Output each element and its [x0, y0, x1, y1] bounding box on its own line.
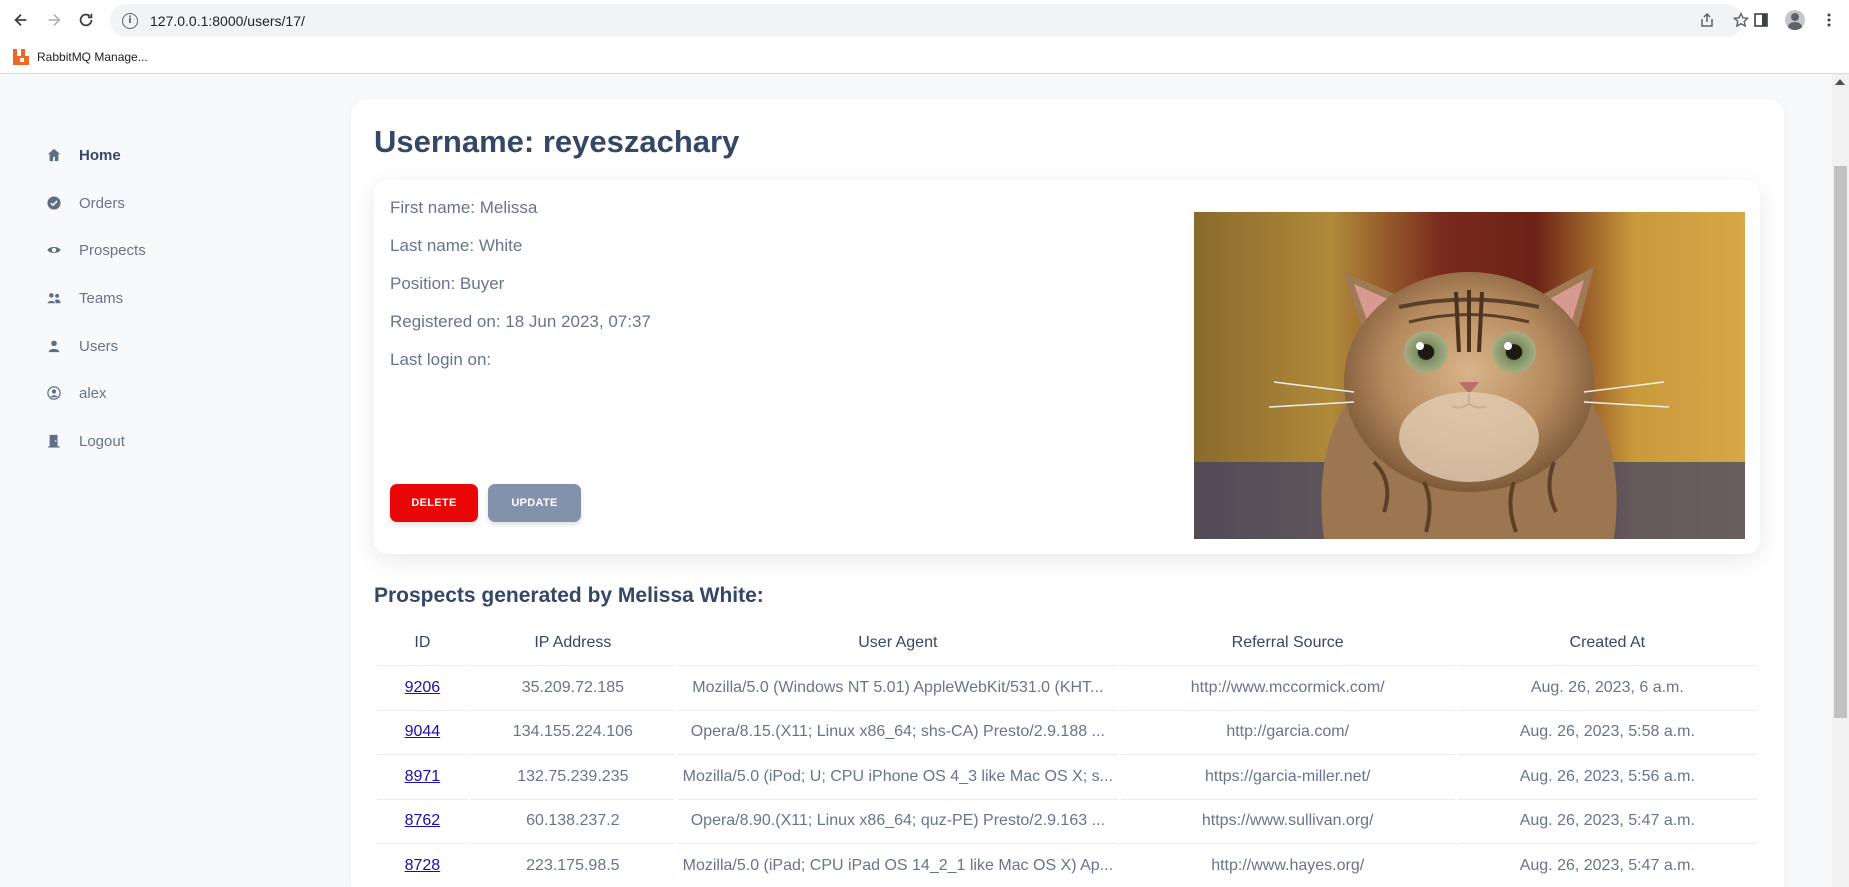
sidebar-item-label: Logout [79, 432, 125, 450]
bookmark-rabbitmq[interactable]: RabbitMQ Manage... [37, 50, 148, 64]
cell-id: 8971 [377, 755, 468, 800]
table-row: 8728 223.175.98.5 Mozilla/5.0 (iPad; CPU… [377, 844, 1757, 887]
user-circle-icon [46, 385, 62, 401]
people-icon [46, 290, 62, 306]
eye-icon [46, 242, 62, 258]
col-header-id: ID [377, 620, 468, 666]
registered-on-text: Registered on: 18 Jun 2023, 07:37 [390, 312, 651, 331]
cell-ip: 60.138.237.2 [470, 800, 675, 844]
side-panel-icon[interactable] [1749, 8, 1773, 32]
home-icon [46, 147, 62, 163]
cell-user-agent: Mozilla/5.0 (iPad; CPU iPad OS 14_2_1 li… [678, 844, 1118, 887]
scrollbar-thumb[interactable] [1834, 166, 1847, 718]
last-login-text: Last login on: [390, 350, 492, 369]
back-icon[interactable] [4, 3, 38, 37]
sidebar-item-label: Users [79, 337, 119, 355]
sidebar-item-prospects[interactable]: Prospects [46, 235, 146, 265]
prospects-table: ID IP Address User Agent Referral Source… [374, 620, 1760, 887]
table-row: 8762 60.138.237.2 Opera/8.90.(X11; Linux… [377, 800, 1757, 844]
cell-id: 9044 [377, 711, 468, 755]
reload-icon[interactable] [69, 3, 103, 37]
cell-referral: http://www.mccormick.com/ [1120, 666, 1455, 711]
cell-created-at: Aug. 26, 2023, 5:56 a.m. [1457, 755, 1757, 800]
sidebar-item-orders[interactable]: Orders [46, 188, 125, 218]
cell-referral: http://garcia.com/ [1120, 711, 1455, 755]
sidebar-item-alex[interactable]: alex [46, 378, 107, 408]
cell-ip: 132.75.239.235 [470, 755, 675, 800]
prospect-id-link[interactable]: 8762 [405, 812, 441, 829]
site-info-icon[interactable]: i [122, 12, 138, 29]
more-menu-icon[interactable] [1817, 8, 1841, 32]
col-header-user-agent: User Agent [677, 620, 1118, 666]
address-bar[interactable]: i 127.0.0.1:8000/users/17/ [110, 4, 1743, 37]
cell-user-agent: Mozilla/5.0 (iPod; U; CPU iPhone OS 4_3 … [677, 755, 1118, 800]
browser-toolbar: i 127.0.0.1:8000/users/17/ [0, 0, 1849, 40]
sidebar-item-label: Teams [79, 289, 124, 307]
prospects-section-title: Prospects generated by Melissa White: [374, 584, 764, 607]
sidebar-item-label: Prospects [79, 241, 146, 259]
cell-referral: https://garcia-miller.net/ [1120, 755, 1455, 800]
cell-ip: 134.155.224.106 [470, 711, 675, 755]
sidebar-item-teams[interactable]: Teams [46, 283, 123, 313]
person-icon [46, 338, 62, 354]
table-row: 9044 134.155.224.106 Opera/8.15.(X11; Li… [377, 711, 1757, 755]
table-header-row: ID IP Address User Agent Referral Source… [377, 620, 1757, 666]
col-header-ip-address: IP Address [470, 620, 675, 666]
prospect-id-link[interactable]: 8971 [405, 768, 441, 785]
prospect-id-link[interactable]: 9206 [405, 679, 441, 696]
sidebar-item-home[interactable]: Home [46, 140, 121, 170]
sidebar-item-label: Home [79, 146, 121, 164]
profile-avatar-icon[interactable] [1783, 8, 1807, 32]
check-circle-icon [46, 195, 62, 211]
col-header-referral-source: Referral Source [1120, 620, 1455, 666]
cell-referral: https://www.sullivan.org/ [1120, 800, 1455, 844]
sidebar-item-label: alex [79, 384, 107, 402]
cell-created-at: Aug. 26, 2023, 6 a.m. [1457, 666, 1757, 711]
cell-user-agent: Opera/8.90.(X11; Linux x86_64; quz-PE) P… [677, 800, 1118, 844]
rabbitmq-icon [13, 48, 29, 65]
table-row: 9206 35.209.72.185 Mozilla/5.0 (Windows … [377, 666, 1757, 711]
cell-id: 8762 [377, 800, 468, 844]
prospect-id-link[interactable]: 8728 [405, 857, 441, 874]
sidebar-item-logout[interactable]: Logout [46, 426, 125, 456]
cell-created-at: Aug. 26, 2023, 5:58 a.m. [1457, 711, 1757, 755]
sidebar: Home Orders Prospects Teams Users alex L… [0, 74, 340, 887]
door-icon [46, 433, 62, 449]
scroll-up-icon[interactable] [1835, 79, 1845, 85]
cell-id: 9206 [377, 666, 468, 711]
cell-user-agent: Opera/8.15.(X11; Linux x86_64; shs-CA) P… [677, 711, 1118, 755]
forward-icon[interactable] [37, 3, 71, 37]
position-text: Position: Buyer [390, 274, 505, 293]
sidebar-item-label: Orders [79, 194, 125, 212]
page-title: Username: reyeszachary [374, 124, 740, 159]
cell-referral: http://www.hayes.org/ [1121, 844, 1455, 887]
cell-ip: 223.175.98.5 [471, 844, 675, 887]
col-header-created-at: Created At [1457, 620, 1757, 666]
last-name-text: Last name: White [390, 236, 523, 255]
user-avatar-image [1194, 212, 1745, 539]
url-text: 127.0.0.1:8000/users/17/ [150, 12, 305, 29]
table-row: 8971 132.75.239.235 Mozilla/5.0 (iPod; U… [377, 755, 1757, 800]
bookmarks-bar: RabbitMQ Manage... [0, 40, 1849, 74]
cell-ip: 35.209.72.185 [470, 666, 675, 711]
first-name-text: First name: Melissa [390, 198, 538, 217]
page-scrollbar[interactable] [1832, 74, 1849, 887]
cell-id: 8728 [377, 844, 468, 887]
update-button[interactable]: UPDATE [488, 484, 581, 522]
share-icon[interactable] [1695, 8, 1719, 32]
sidebar-item-users[interactable]: Users [46, 331, 118, 361]
cell-user-agent: Mozilla/5.0 (Windows NT 5.01) AppleWebKi… [677, 666, 1118, 711]
delete-button[interactable]: DELETE [390, 484, 478, 522]
cell-created-at: Aug. 26, 2023, 5:47 a.m. [1457, 800, 1757, 844]
cell-created-at: Aug. 26, 2023, 5:47 a.m. [1458, 844, 1757, 887]
prospect-id-link[interactable]: 9044 [405, 723, 441, 740]
